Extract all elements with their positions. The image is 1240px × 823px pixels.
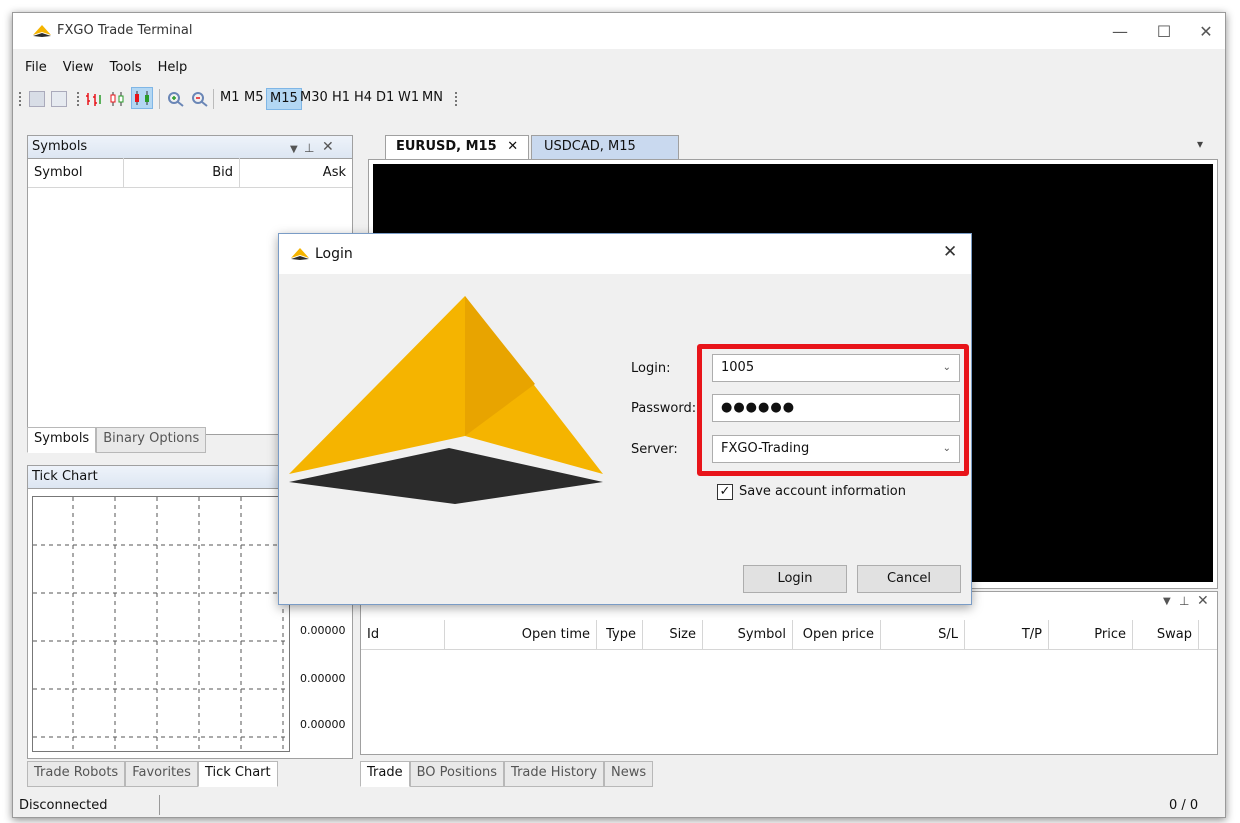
toolbar-separator (213, 89, 214, 109)
toolbar-grip-icon (77, 92, 79, 106)
tick-chart-gridlines (33, 497, 289, 751)
dropdown-arrow-icon[interactable]: ▼ (1163, 596, 1171, 607)
chart-tab-label: EURUSD, M15 (396, 139, 497, 154)
new-chart-icon[interactable] (29, 91, 45, 107)
status-separator (159, 795, 160, 815)
login-button[interactable]: Login (743, 565, 847, 593)
pin-icon[interactable]: ⊥ (304, 137, 314, 159)
tick-chart-title: Tick Chart (32, 469, 98, 484)
chart-tab-eurusd[interactable]: EURUSD, M15 ✕ (385, 135, 530, 159)
tab-binary-options[interactable]: Binary Options (96, 427, 207, 453)
column-open-time[interactable]: Open time (445, 620, 597, 650)
chart-tab-strip: EURUSD, M15 ✕ USDCAD, M15 ▾ (375, 135, 1213, 159)
pin-icon[interactable]: ⊥ (1179, 594, 1189, 608)
timeframe-m5[interactable]: M5 (241, 88, 267, 108)
timeframe-h4[interactable]: H4 (351, 88, 375, 108)
toolbar-overflow-icon[interactable] (455, 92, 457, 106)
tab-trade-history[interactable]: Trade History (504, 761, 605, 787)
timeframe-mn[interactable]: MN (419, 88, 446, 108)
tab-symbols[interactable]: Symbols (27, 427, 97, 453)
trade-panel: ▼ ⊥ ✕ Id Open time Type Size Symbol Open… (360, 591, 1218, 755)
column-id[interactable]: Id (361, 620, 445, 650)
maximize-icon[interactable]: ☐ (1141, 19, 1187, 43)
bar-chart-icon[interactable] (85, 91, 101, 107)
menu-bar: File View Tools Help (17, 57, 195, 79)
column-swap[interactable]: Swap (1133, 620, 1199, 650)
symbols-tabs: Symbols Binary Options (27, 427, 207, 453)
tab-news[interactable]: News (604, 761, 654, 787)
menu-tools[interactable]: Tools (102, 57, 150, 79)
tab-bo-positions[interactable]: BO Positions (409, 761, 505, 787)
server-label: Server: (631, 442, 678, 457)
close-icon[interactable]: ✕ (943, 242, 957, 262)
line-chart-icon[interactable] (131, 87, 153, 109)
login-dialog-title: Login (315, 246, 353, 262)
candle-chart-icon[interactable] (109, 91, 125, 107)
price-label: 0.00000 (300, 624, 346, 637)
status-bar: Disconnected 0 / 0 (13, 793, 1225, 819)
close-icon[interactable]: ✕ (322, 136, 334, 158)
tick-chart-tabs: Trade Robots Favorites Tick Chart (27, 761, 278, 787)
symbols-column-header: Symbol Bid Ask (28, 158, 352, 188)
tick-chart-grid (32, 496, 290, 752)
app-logo-icon (291, 248, 309, 264)
password-label: Password: (631, 401, 697, 416)
column-symbol[interactable]: Symbol (703, 620, 793, 650)
menu-view[interactable]: View (55, 57, 102, 79)
trade-tabs: Trade BO Positions Trade History News (360, 761, 654, 787)
checkbox-checked-icon[interactable]: ✓ (717, 484, 733, 500)
column-bid[interactable]: Bid (124, 158, 240, 188)
column-ask[interactable]: Ask (240, 158, 352, 188)
close-icon[interactable]: ✕ (1183, 19, 1229, 43)
symbols-panel-header: Symbols ▼ ⊥ ✕ (28, 136, 352, 159)
symbols-panel-title: Symbols (32, 139, 88, 154)
toolbar-grip-icon (19, 92, 21, 106)
column-tp[interactable]: T/P (965, 620, 1049, 650)
toolbar: M1 M5 M15 M30 H1 H4 D1 W1 MN (13, 83, 1225, 113)
zoom-in-icon[interactable] (167, 91, 184, 107)
save-account-label[interactable]: Save account information (739, 484, 906, 499)
status-counter: 0 / 0 (1169, 798, 1199, 813)
close-icon[interactable]: ✕ (507, 139, 518, 154)
window-title: FXGO Trade Terminal (57, 23, 193, 38)
menu-file[interactable]: File (17, 57, 55, 79)
tab-favorites[interactable]: Favorites (125, 761, 198, 787)
highlight-box (697, 344, 969, 476)
menu-help[interactable]: Help (150, 57, 196, 79)
login-label: Login: (631, 361, 671, 376)
connection-status: Disconnected (19, 798, 108, 813)
trade-column-header: Id Open time Type Size Symbol Open price… (361, 620, 1217, 650)
price-label: 0.00000 (300, 672, 346, 685)
timeframe-d1[interactable]: D1 (373, 88, 397, 108)
tab-overflow-icon[interactable]: ▾ (1197, 137, 1203, 151)
brand-logo-icon (289, 296, 609, 510)
login-dialog-titlebar: Login ✕ (279, 234, 971, 274)
timeframe-h1[interactable]: H1 (329, 88, 353, 108)
zoom-out-icon[interactable] (191, 91, 208, 107)
column-open-price[interactable]: Open price (793, 620, 881, 650)
login-dialog: Login ✕ Login: Password: Server: 1005 ⌄ … (278, 233, 972, 605)
cancel-button[interactable]: Cancel (857, 565, 961, 593)
timeframe-m30[interactable]: M30 (297, 88, 331, 108)
close-icon[interactable]: ✕ (1197, 593, 1209, 609)
price-label: 0.00000 (300, 718, 346, 731)
tab-tick-chart[interactable]: Tick Chart (197, 761, 278, 787)
column-size[interactable]: Size (643, 620, 703, 650)
title-bar: FXGO Trade Terminal — ☐ ✕ (13, 13, 1225, 49)
template-icon[interactable] (51, 91, 67, 107)
column-symbol[interactable]: Symbol (28, 158, 124, 188)
column-sl[interactable]: S/L (881, 620, 965, 650)
column-price[interactable]: Price (1049, 620, 1133, 650)
tab-trade[interactable]: Trade (360, 761, 410, 787)
chart-tab-usdcad[interactable]: USDCAD, M15 (531, 135, 679, 159)
column-type[interactable]: Type (597, 620, 643, 650)
timeframe-m1[interactable]: M1 (217, 88, 243, 108)
minimize-icon[interactable]: — (1097, 19, 1143, 43)
toolbar-separator (159, 89, 160, 109)
app-logo-icon (33, 25, 51, 41)
tab-trade-robots[interactable]: Trade Robots (27, 761, 126, 787)
